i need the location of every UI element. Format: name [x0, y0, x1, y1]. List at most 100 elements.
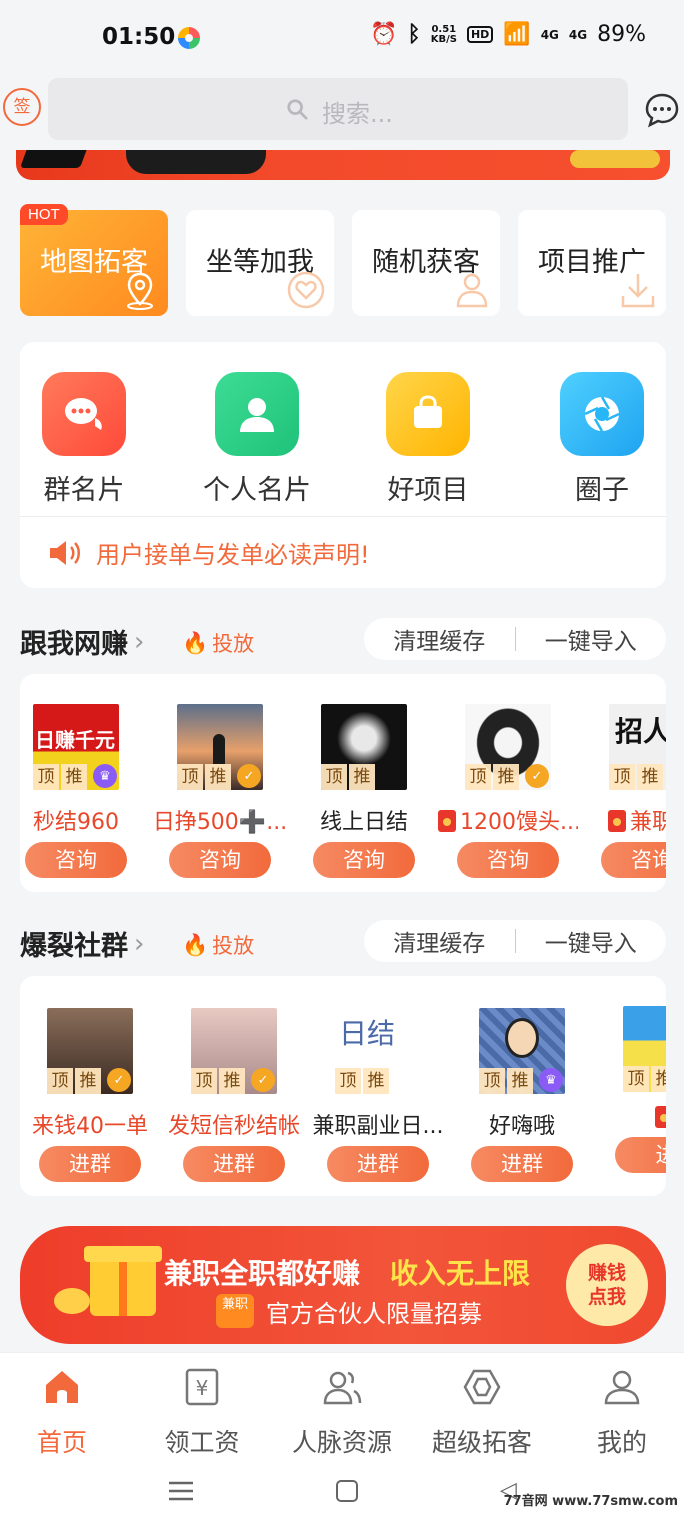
- promo-headline: 兼职全职都好赚: [164, 1257, 361, 1290]
- top-tag: 顶: [33, 764, 59, 790]
- item-name: 兼职副业日...: [312, 1114, 444, 1139]
- consult-button[interactable]: 咨询: [169, 842, 271, 878]
- watermark: 77音网 www.77smw.com: [503, 1494, 678, 1509]
- thumb-text: 日赚千元: [35, 728, 115, 752]
- menu-icon[interactable]: [168, 1480, 194, 1502]
- join-group-button[interactable]: 进群: [327, 1146, 429, 1182]
- feature-group-card[interactable]: 群名片: [14, 372, 154, 507]
- heart-icon: [287, 271, 325, 309]
- tab-super-leads[interactable]: 超级拓客: [412, 1367, 552, 1459]
- top-tag: 顶: [609, 764, 635, 790]
- status-icons: ⏰ ᛒ 0.51 KB/S HD 📶 4G 4G 89%: [370, 22, 646, 47]
- follow-earn-list[interactable]: 日赚千元 顶推 ♛ 秒结960 咨询 顶推 ✓ 日挣500➕... 咨询 顶推 …: [20, 674, 666, 892]
- list-item[interactable]: 招人 顶推 兼职项 咨询: [582, 704, 666, 878]
- list-item[interactable]: 日赚千元 顶推 ♛ 秒结960 咨询: [20, 704, 146, 878]
- red-envelope-icon: [438, 810, 456, 832]
- list-item[interactable]: 顶推 ♛ 好嗨哦 进群: [452, 1008, 592, 1182]
- list-item[interactable]: 顶推 ✓ 来钱40一单 进群: [20, 1008, 160, 1182]
- top-tag: 顶: [177, 764, 203, 790]
- notice-bar[interactable]: 用户接单与发单必读声明!: [48, 535, 370, 570]
- hot-badge: HOT: [20, 204, 68, 225]
- bottom-tab-bar: 首页 ¥ 领工资 人脉资源 超级拓客 我的: [0, 1352, 684, 1460]
- consult-button[interactable]: 咨询: [313, 842, 415, 878]
- item-name: [596, 1106, 666, 1131]
- red-envelope-icon: [655, 1106, 666, 1128]
- join-group-button[interactable]: 进群: [183, 1146, 285, 1182]
- thumb-text: 日结: [339, 1017, 396, 1050]
- partner-promo-banner[interactable]: 兼职全职都好赚 收入无上限 兼职 官方合伙人限量招募 赚钱点我: [20, 1226, 666, 1344]
- recommend-tag: 推: [219, 1068, 245, 1094]
- promote-button[interactable]: 🔥 投放: [182, 628, 254, 658]
- recommend-tag: 推: [205, 764, 231, 790]
- tile-random-leads[interactable]: 随机获客: [352, 210, 500, 316]
- list-item[interactable]: 顶推 线上日结 咨询: [294, 704, 434, 878]
- tile-wait-add[interactable]: 坐等加我: [186, 210, 334, 316]
- battery-level: 89%: [597, 22, 646, 47]
- import-all-button[interactable]: 一键导入: [516, 622, 667, 656]
- consult-button[interactable]: 咨询: [601, 842, 666, 878]
- item-name: 兼职项: [582, 804, 666, 836]
- tile-map-leads[interactable]: HOT 地图拓客: [20, 204, 168, 316]
- tab-contacts[interactable]: 人脉资源: [272, 1367, 412, 1459]
- top-banner[interactable]: [16, 150, 670, 180]
- consult-button[interactable]: 咨询: [457, 842, 559, 878]
- feature-label: 圈子: [575, 475, 629, 506]
- alarm-icon: ⏰: [370, 22, 398, 47]
- tab-profile[interactable]: 我的: [552, 1367, 684, 1459]
- consult-button[interactable]: 咨询: [25, 842, 127, 878]
- crown-badge-icon: ♛: [539, 1068, 563, 1092]
- item-name: 日挣500➕...: [152, 810, 288, 835]
- section1-actions: 清理缓存 一键导入: [364, 618, 666, 660]
- tab-home[interactable]: 首页: [0, 1367, 132, 1459]
- search-header: 签 搜索...: [0, 78, 684, 144]
- location-pin-icon: [127, 272, 153, 310]
- promote-button[interactable]: 🔥 投放: [182, 930, 254, 960]
- clear-cache-button[interactable]: 清理缓存: [364, 622, 515, 656]
- tile-project-promo[interactable]: 项目推广: [518, 210, 666, 316]
- feature-personal-card[interactable]: 个人名片: [187, 372, 327, 507]
- recommend-tag: 推: [363, 1068, 389, 1094]
- section-title-text: 爆裂社群: [20, 931, 128, 962]
- join-group-button[interactable]: 进: [615, 1137, 666, 1173]
- aperture-icon: [560, 372, 644, 456]
- banner-coins: [570, 150, 660, 168]
- app-notification-icon: [178, 27, 200, 49]
- search-placeholder: 搜索...: [322, 100, 393, 128]
- list-item[interactable]: 顶推 ✓ 发短信秒结帐 进群: [164, 1008, 304, 1182]
- home-square-icon[interactable]: [336, 1480, 358, 1502]
- tab-label: 领工资: [164, 1428, 240, 1457]
- bluetooth-icon: ᛒ: [407, 22, 421, 47]
- import-all-button[interactable]: 一键导入: [516, 924, 667, 958]
- search-input[interactable]: 搜索...: [48, 78, 628, 140]
- earn-money-button[interactable]: 赚钱点我: [566, 1244, 648, 1326]
- feature-card: 群名片 个人名片 好项目 圈子 用户接单与发单必读声明!: [20, 342, 666, 588]
- section-title-follow-earn[interactable]: 跟我网赚 ›: [20, 622, 144, 661]
- top-tag: 顶: [335, 1068, 361, 1094]
- section2-actions: 清理缓存 一键导入: [364, 920, 666, 962]
- fire-icon: 🔥: [182, 932, 209, 957]
- list-item[interactable]: 顶推 进: [596, 1006, 666, 1173]
- message-icon[interactable]: [644, 92, 680, 128]
- list-item[interactable]: 顶推 ✓ 日挣500➕... 咨询: [150, 704, 290, 878]
- wallet-yen-icon: ¥: [185, 1368, 219, 1406]
- item-name: 线上日结: [319, 810, 408, 835]
- feature-circle[interactable]: 圈子: [532, 372, 672, 507]
- section-title-burst-community[interactable]: 爆裂社群 ›: [20, 924, 144, 963]
- banner-shape: [19, 150, 89, 168]
- join-group-button[interactable]: 进群: [471, 1146, 573, 1182]
- banner-shape: [126, 150, 266, 174]
- list-item[interactable]: 日结 顶推 兼职副业日... 进群: [308, 1008, 448, 1182]
- community-list[interactable]: 顶推 ✓ 来钱40一单 进群 顶推 ✓ 发短信秒结帐 进群 日结 顶推 兼职副业…: [20, 976, 666, 1196]
- tab-salary[interactable]: ¥ 领工资: [132, 1367, 272, 1459]
- sign-in-button[interactable]: 签: [3, 88, 41, 126]
- person-icon: [215, 372, 299, 456]
- clear-cache-button[interactable]: 清理缓存: [364, 924, 515, 958]
- feature-good-project[interactable]: 好项目: [358, 372, 498, 507]
- list-item[interactable]: 顶推 ✓ 1200馒头... 咨询: [438, 704, 578, 878]
- gift-box-icon: [84, 1246, 162, 1316]
- join-group-button[interactable]: 进群: [39, 1146, 141, 1182]
- feature-label: 群名片: [43, 475, 125, 506]
- download-icon: [621, 274, 655, 308]
- signal-4g-icon-2: 4G: [568, 27, 588, 42]
- mascot-face: [505, 1018, 539, 1058]
